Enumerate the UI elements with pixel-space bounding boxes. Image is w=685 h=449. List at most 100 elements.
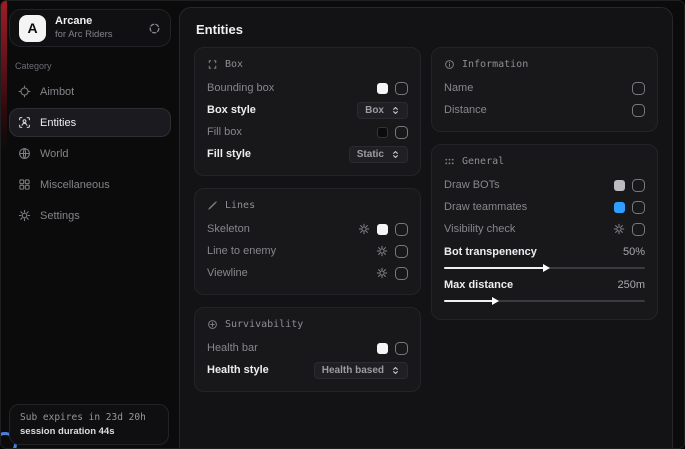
grid-icon <box>18 178 31 191</box>
distance-checkbox[interactable] <box>632 104 645 117</box>
setting-label: Name <box>444 82 473 94</box>
viewline-checkbox[interactable] <box>395 267 408 280</box>
person-scan-icon <box>18 116 31 129</box>
health-icon <box>207 319 218 330</box>
slider-value: 250m <box>617 279 645 291</box>
globe-icon <box>18 147 31 160</box>
setting-label: Draw BOTs <box>444 179 500 191</box>
unfold-icon <box>391 366 400 375</box>
sidebar-item-settings[interactable]: Settings <box>9 201 171 230</box>
setting-label: Health style <box>207 364 269 376</box>
setting-label: Draw teammates <box>444 201 527 213</box>
max-distance-slider[interactable] <box>444 300 645 302</box>
dropdown-value: Box <box>365 105 384 116</box>
panel-title: Lines <box>225 200 255 211</box>
panel-lines: Lines Skeleton Line to enemy <box>194 188 421 295</box>
color-swatch[interactable] <box>377 83 388 94</box>
grid-dots-icon <box>444 156 455 167</box>
sub-expiry-text: Sub expires in 23d 20h <box>20 412 158 423</box>
setting-row-skeleton: Skeleton <box>207 218 408 240</box>
unfold-icon <box>391 150 400 159</box>
bot-transparency-slider[interactable] <box>444 267 645 269</box>
line-to-enemy-checkbox[interactable] <box>395 245 408 258</box>
setting-label: Viewline <box>207 267 248 279</box>
sync-icon[interactable] <box>148 22 161 35</box>
health-bar-checkbox[interactable] <box>395 342 408 355</box>
visibility-check-checkbox[interactable] <box>632 223 645 236</box>
app-window: A Arcane for Arc Riders Category Aimbot … <box>0 0 685 449</box>
setting-label: Max distance <box>444 279 513 291</box>
sidebar-item-miscellaneous[interactable]: Miscellaneous <box>9 170 171 199</box>
fill-box-checkbox[interactable] <box>395 126 408 139</box>
color-swatch[interactable] <box>377 224 388 235</box>
panel-information: Information Name Distance <box>431 47 658 132</box>
main-content: Entities Box Bounding box <box>179 7 673 449</box>
setting-row-health-style: Health style Health based <box>207 359 408 381</box>
sidebar-nav: Aimbot Entities World Miscellaneous Sett… <box>9 77 171 230</box>
dropdown-value: Health based <box>322 365 384 376</box>
box-icon <box>207 59 218 70</box>
setting-row-bot-transparency: Bot transpenency 50% <box>444 243 645 269</box>
brand-card: A Arcane for Arc Riders <box>9 9 171 47</box>
sidebar-item-label: World <box>40 148 69 160</box>
sidebar-item-label: Aimbot <box>40 86 74 98</box>
gear-icon[interactable] <box>613 223 625 235</box>
sidebar-item-world[interactable]: World <box>9 139 171 168</box>
health-style-dropdown[interactable]: Health based <box>314 362 408 379</box>
setting-row-distance: Distance <box>444 99 645 121</box>
color-swatch[interactable] <box>614 202 625 213</box>
setting-label: Bot transpenency <box>444 246 537 258</box>
color-swatch[interactable] <box>377 127 388 138</box>
crosshair-icon <box>18 85 31 98</box>
dropdown-value: Static <box>357 149 384 160</box>
info-icon <box>444 59 455 70</box>
draw-bots-checkbox[interactable] <box>632 179 645 192</box>
line-icon <box>207 200 218 211</box>
gear-icon[interactable] <box>358 223 370 235</box>
fill-style-dropdown[interactable]: Static <box>349 146 408 163</box>
sidebar-item-label: Entities <box>40 117 76 129</box>
panel-title: General <box>462 156 504 167</box>
panel-survivability: Survivability Health bar Health style <box>194 307 421 392</box>
category-label: Category <box>15 61 171 71</box>
setting-label: Box style <box>207 104 256 116</box>
sidebar-item-entities[interactable]: Entities <box>9 108 171 137</box>
setting-row-draw-teammates: Draw teammates <box>444 196 645 218</box>
panel-box: Box Bounding box Box style Box <box>194 47 421 176</box>
page-title: Entities <box>196 22 658 37</box>
color-swatch[interactable] <box>377 343 388 354</box>
panel-title: Survivability <box>225 319 303 330</box>
slider-value: 50% <box>623 246 645 258</box>
color-swatch[interactable] <box>614 180 625 191</box>
sidebar: A Arcane for Arc Riders Category Aimbot … <box>1 1 179 449</box>
gear-icon <box>18 209 31 222</box>
setting-row-health-bar: Health bar <box>207 337 408 359</box>
app-subtitle: for Arc Riders <box>55 29 139 41</box>
setting-row-bounding-box: Bounding box <box>207 77 408 99</box>
panel-title: Information <box>462 59 528 70</box>
sidebar-item-aimbot[interactable]: Aimbot <box>9 77 171 106</box>
setting-row-draw-bots: Draw BOTs <box>444 174 645 196</box>
slider-thumb[interactable] <box>543 264 550 272</box>
setting-row-viewline: Viewline <box>207 262 408 284</box>
skeleton-checkbox[interactable] <box>395 223 408 236</box>
setting-label: Health bar <box>207 342 258 354</box>
box-style-dropdown[interactable]: Box <box>357 102 408 119</box>
sidebar-item-label: Settings <box>40 210 80 222</box>
draw-teammates-checkbox[interactable] <box>632 201 645 214</box>
setting-row-max-distance: Max distance 250m <box>444 276 645 302</box>
panel-title: Box <box>225 59 243 70</box>
setting-row-fill-box: Fill box <box>207 121 408 143</box>
gear-icon[interactable] <box>376 245 388 257</box>
setting-label: Fill box <box>207 126 242 138</box>
slider-thumb[interactable] <box>492 297 499 305</box>
setting-row-box-style: Box style Box <box>207 99 408 121</box>
app-title: Arcane <box>55 15 139 29</box>
unfold-icon <box>391 106 400 115</box>
bounding-box-checkbox[interactable] <box>395 82 408 95</box>
subscription-card: Sub expires in 23d 20h session duration … <box>9 404 169 445</box>
sidebar-item-label: Miscellaneous <box>40 179 110 191</box>
gear-icon[interactable] <box>376 267 388 279</box>
setting-row-visibility-check: Visibility check <box>444 218 645 240</box>
name-checkbox[interactable] <box>632 82 645 95</box>
